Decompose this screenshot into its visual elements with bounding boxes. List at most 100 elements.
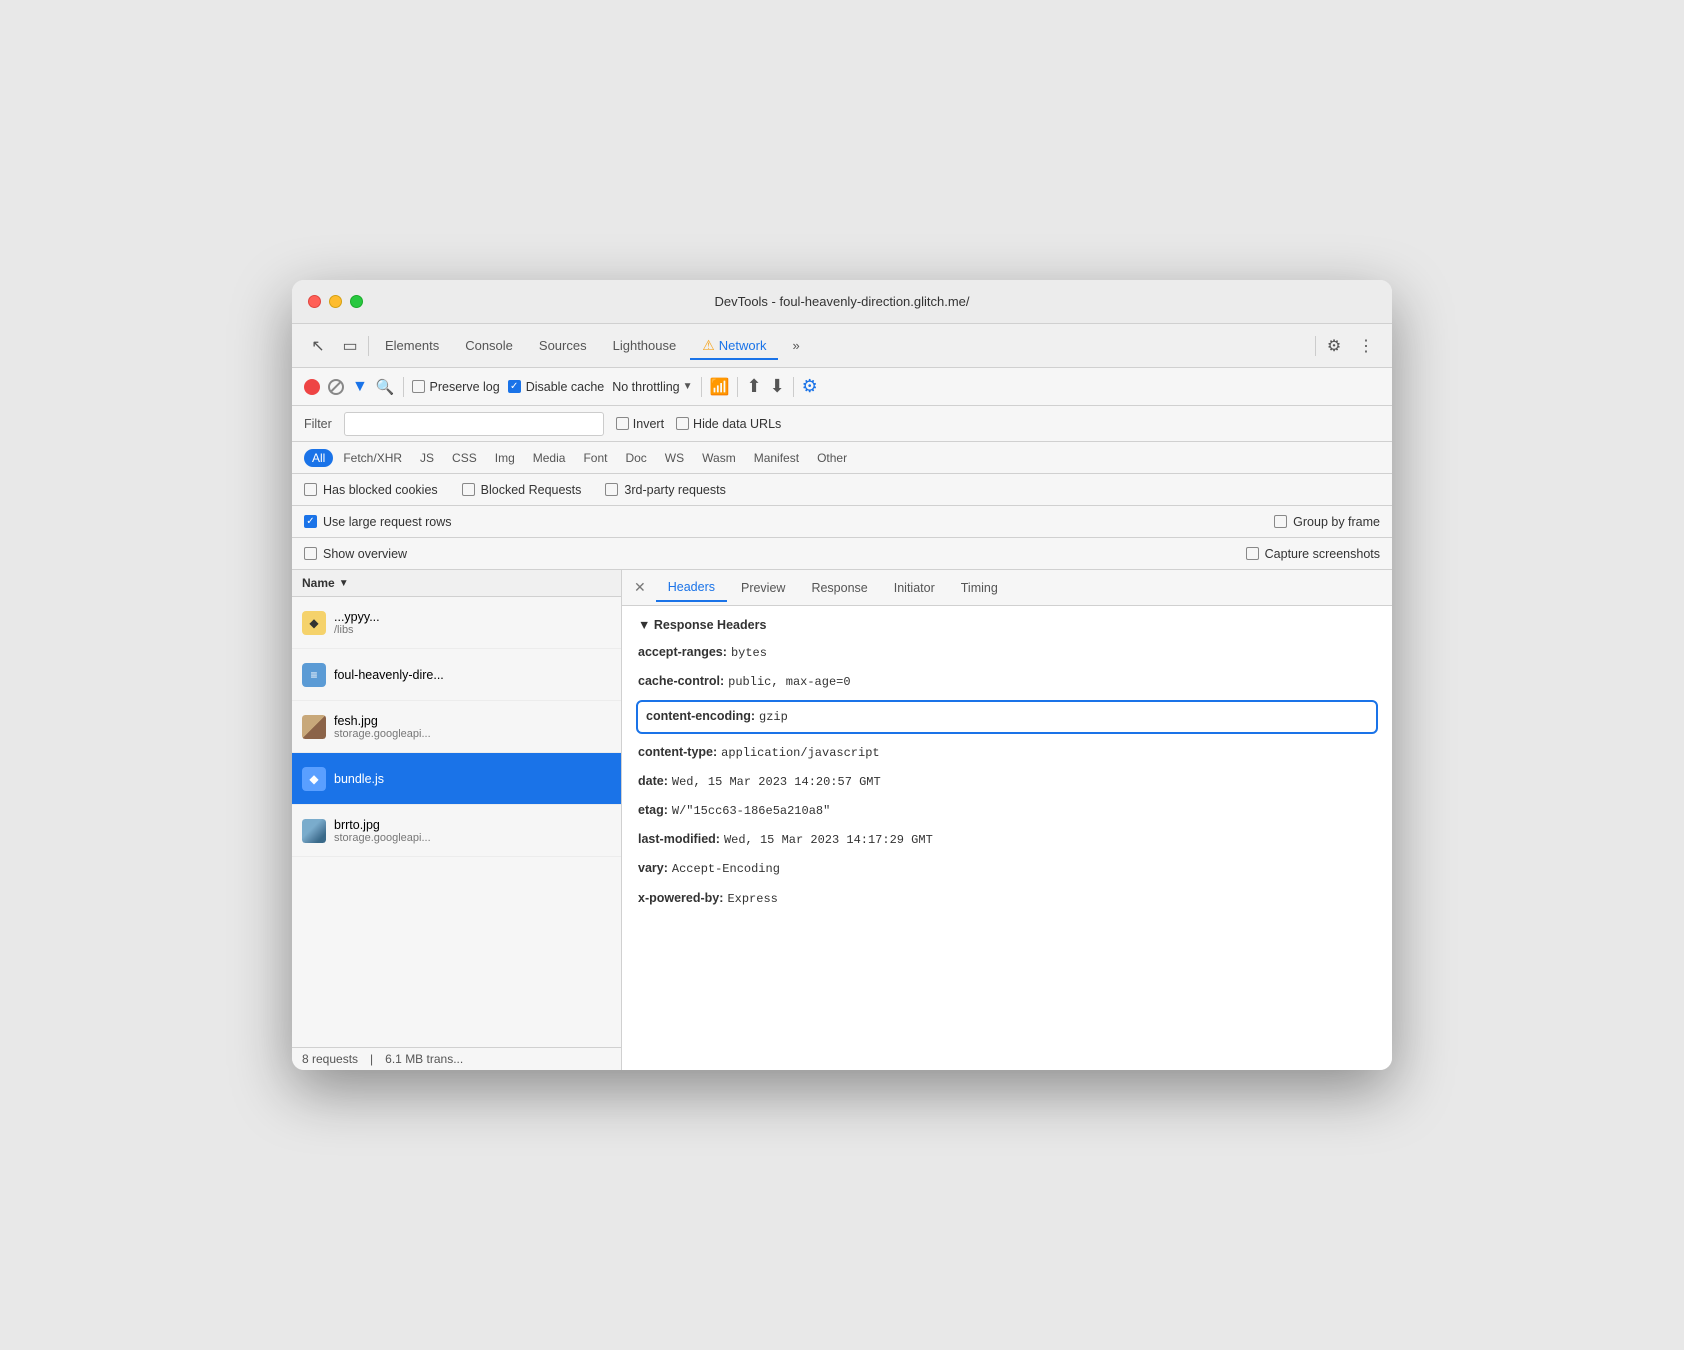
show-overview-label: Show overview <box>323 547 407 561</box>
tab-more[interactable]: » <box>780 332 811 359</box>
request-title-fesh: fesh.jpg <box>334 714 611 728</box>
tab-response[interactable]: Response <box>799 575 879 601</box>
hide-data-group: Hide data URLs <box>676 417 781 431</box>
preserve-log-group: Preserve log <box>412 380 500 394</box>
close-panel-button[interactable]: ✕ <box>630 575 650 600</box>
request-text-brrto: brrto.jpg storage.googleapi... <box>334 818 611 844</box>
maximize-button[interactable] <box>350 295 363 308</box>
group-by-frame-option: Group by frame <box>1274 515 1380 529</box>
resource-btn-doc[interactable]: Doc <box>617 449 654 467</box>
warning-icon: ⚠ <box>702 337 715 354</box>
options-row-1: Has blocked cookies Blocked Requests 3rd… <box>292 474 1392 506</box>
panel-tabs: ✕ Headers Preview Response Initiator Tim… <box>622 570 1392 606</box>
throttle-select[interactable]: No throttling ▼ <box>612 380 692 394</box>
capture-screenshots-option: Capture screenshots <box>1246 547 1380 561</box>
invert-group: Invert <box>616 417 664 431</box>
network-settings-icon[interactable]: ⚙ <box>802 376 818 397</box>
show-overview-option: Show overview <box>304 547 407 561</box>
resource-btn-img[interactable]: Img <box>487 449 523 467</box>
search-icon[interactable]: 🔍 <box>376 378 395 396</box>
header-val-etag: W/"15cc63-186e5a210a8" <box>672 802 830 821</box>
third-party-option: 3rd-party requests <box>605 483 725 497</box>
resource-btn-font[interactable]: Font <box>575 449 615 467</box>
toolbar-divider-1 <box>368 336 369 356</box>
header-val-content-encoding: gzip <box>759 708 788 727</box>
blocked-requests-checkbox[interactable] <box>462 483 475 496</box>
traffic-lights <box>308 295 363 308</box>
tab-network[interactable]: ⚠ Network <box>690 331 778 360</box>
blocked-requests-label: Blocked Requests <box>481 483 582 497</box>
disable-cache-checkbox[interactable]: ✓ <box>508 380 521 393</box>
large-rows-checkbox[interactable]: ✓ <box>304 515 317 528</box>
sec-divider-2 <box>701 377 702 397</box>
resource-btn-ws[interactable]: WS <box>657 449 692 467</box>
filter-icon[interactable]: ▼ <box>352 378 368 396</box>
group-by-frame-checkbox[interactable] <box>1274 515 1287 528</box>
header-row-content-encoding: content-encoding: gzip <box>636 700 1378 733</box>
capture-screenshots-checkbox[interactable] <box>1246 547 1259 560</box>
header-row-cache-control: cache-control: public, max-age=0 <box>638 671 1376 692</box>
header-val-content-type: application/javascript <box>721 744 879 763</box>
has-blocked-cookies-label: Has blocked cookies <box>323 483 438 497</box>
invert-label: Invert <box>633 417 664 431</box>
upload-icon[interactable]: ⬆ <box>746 376 761 397</box>
block-button[interactable] <box>328 379 344 395</box>
resource-btn-css[interactable]: CSS <box>444 449 485 467</box>
request-icon-fesh <box>302 715 326 739</box>
download-icon[interactable]: ⬇ <box>770 376 785 397</box>
resource-btn-fetch[interactable]: Fetch/XHR <box>335 449 410 467</box>
device-toggle-icon[interactable]: ▭ <box>336 332 364 360</box>
request-icon-libs: ◆ <box>302 611 326 635</box>
large-rows-option: ✓ Use large request rows <box>304 515 452 529</box>
request-item-fesh[interactable]: fesh.jpg storage.googleapi... <box>292 701 621 753</box>
hide-data-urls-checkbox[interactable] <box>676 417 689 430</box>
resource-filter-bar: All Fetch/XHR JS CSS Img Media Font Doc … <box>292 442 1392 474</box>
disable-cache-group: ✓ Disable cache <box>508 380 605 394</box>
more-menu-icon[interactable]: ⋮ <box>1352 332 1380 360</box>
header-row-accept-ranges: accept-ranges: bytes <box>638 642 1376 663</box>
resource-btn-other[interactable]: Other <box>809 449 855 467</box>
invert-checkbox[interactable] <box>616 417 629 430</box>
resource-btn-all[interactable]: All <box>304 449 333 467</box>
header-val-vary: Accept-Encoding <box>672 860 780 879</box>
filter-input[interactable] <box>344 412 604 436</box>
tab-lighthouse[interactable]: Lighthouse <box>601 332 689 359</box>
request-item-bundle[interactable]: ◆ bundle.js <box>292 753 621 805</box>
request-item-brrto[interactable]: brrto.jpg storage.googleapi... <box>292 805 621 857</box>
request-item-libs[interactable]: ◆ ...ypyy... /libs <box>292 597 621 649</box>
third-party-checkbox[interactable] <box>605 483 618 496</box>
filter-bar: Filter Invert Hide data URLs <box>292 406 1392 442</box>
request-item-foul[interactable]: ≡ foul-heavenly-dire... <box>292 649 621 701</box>
request-title-brrto: brrto.jpg <box>334 818 611 832</box>
has-blocked-cookies-checkbox[interactable] <box>304 483 317 496</box>
tab-preview[interactable]: Preview <box>729 575 797 601</box>
resource-btn-media[interactable]: Media <box>525 449 574 467</box>
disable-cache-label: Disable cache <box>526 380 605 394</box>
devtools-tabs: Elements Console Sources Lighthouse ⚠ Ne… <box>373 331 1311 360</box>
tab-headers[interactable]: Headers <box>656 574 727 602</box>
resource-btn-js[interactable]: JS <box>412 449 442 467</box>
resource-btn-manifest[interactable]: Manifest <box>746 449 807 467</box>
settings-icon[interactable]: ⚙ <box>1320 332 1348 360</box>
preserve-log-checkbox[interactable] <box>412 380 425 393</box>
cursor-icon[interactable]: ↖ <box>304 332 332 360</box>
request-list: ◆ ...ypyy... /libs ≡ foul-heavenly-dire.… <box>292 597 621 1047</box>
tab-timing[interactable]: Timing <box>949 575 1010 601</box>
devtools-window: DevTools - foul-heavenly-direction.glitc… <box>292 280 1392 1070</box>
tab-elements[interactable]: Elements <box>373 332 451 359</box>
header-val-x-powered-by: Express <box>727 890 777 909</box>
resource-btn-wasm[interactable]: Wasm <box>694 449 744 467</box>
sec-divider-3 <box>737 377 738 397</box>
minimize-button[interactable] <box>329 295 342 308</box>
throttle-chevron-icon: ▼ <box>683 381 693 392</box>
blocked-requests-option: Blocked Requests <box>462 483 582 497</box>
request-text-bundle: bundle.js <box>334 772 611 786</box>
record-button[interactable] <box>304 379 320 395</box>
tab-sources[interactable]: Sources <box>527 332 599 359</box>
tab-initiator[interactable]: Initiator <box>882 575 947 601</box>
close-button[interactable] <box>308 295 321 308</box>
secondary-toolbar: ▼ 🔍 Preserve log ✓ Disable cache No thro… <box>292 368 1392 406</box>
show-overview-checkbox[interactable] <box>304 547 317 560</box>
tab-console[interactable]: Console <box>453 332 525 359</box>
network-conditions-icon[interactable]: 📶 <box>710 377 730 397</box>
